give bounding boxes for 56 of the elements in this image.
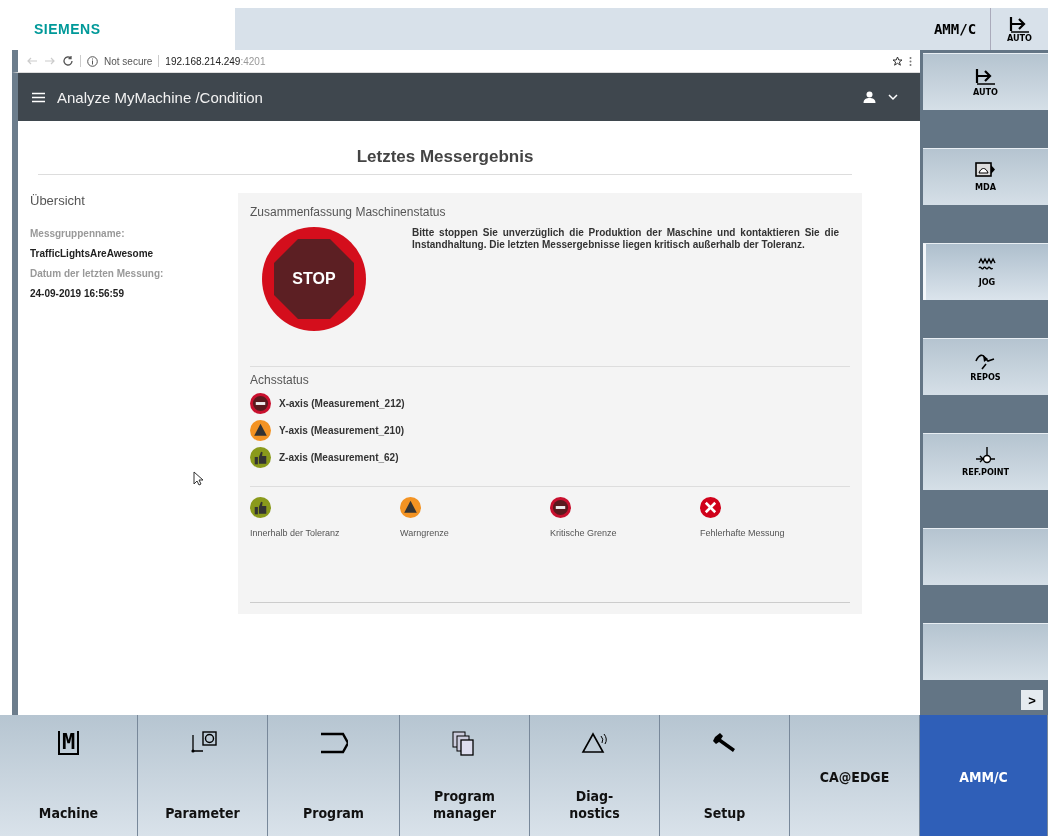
section-heading: Übersicht [30,193,86,208]
softkey[interactable]: Program manager [400,715,530,836]
next-page-button[interactable]: > [1021,690,1043,710]
app-title: Analyze MyMachine /Condition [57,88,263,106]
section-heading: Zusammenfassung Maschinenstatus [250,205,447,219]
softkey[interactable]: Setup [660,715,790,836]
security-label: Not secure [104,55,153,67]
softkey[interactable] [923,623,1048,680]
siemens-logo: SIEMENS [34,21,101,37]
softkey[interactable] [923,528,1048,585]
mode-indicator: AUTO [991,8,1048,50]
softkey[interactable]: AUTO [923,53,1048,110]
softkey[interactable]: M Machine [0,715,138,836]
forward-arrow-icon [44,56,56,66]
machine-icon: M [57,731,80,755]
field-value: TrafficLightsAreAwesome [30,248,155,259]
url-text: 192.168.214.249:4201 [165,55,266,67]
field-value: 24-09-2019 16:56:59 [30,288,125,299]
back-arrow-icon [26,56,38,66]
softkey[interactable]: Diag- nostics [530,715,660,836]
mouse-pointer-icon [193,471,203,486]
axis-label: Y-axis (Measurement_210) [279,425,405,436]
softkey[interactable]: CA@EDGE [790,715,920,836]
section-heading: Achsstatus [250,373,310,387]
info-icon [87,55,98,67]
arrow-into-bar-icon [1009,15,1030,33]
softkey[interactable]: Parameter [138,715,268,836]
curved-arrow-icon [975,352,996,370]
softkey[interactable]: REF.POINT [923,433,1048,490]
stop-sign: STOP [262,227,366,331]
axis-label: X-axis (Measurement_212) [279,398,405,409]
crosshair-target-icon [975,447,996,465]
chevron-down-icon [888,93,898,101]
field-label: Datum der letzten Messung: [30,268,165,279]
softkey[interactable]: JOG [923,243,1048,300]
axis-label: Z-axis (Measurement_62) [279,452,399,463]
legend-label: Innerhalb der Toleranz [250,528,340,538]
menu-icon [32,91,45,103]
legend-label: Fehlerhafte Messung [700,528,785,538]
address-bar[interactable]: Not secure 192.168.214.249:4201 [12,50,920,73]
reload-icon [62,55,74,67]
softkey[interactable]: Program [268,715,400,836]
star-icon [892,55,903,67]
field-label: Messgruppenname: [30,228,126,239]
legend-label: Kritische Grenze [550,528,617,538]
softkey[interactable]: REPOS [923,338,1048,395]
user-icon [863,91,876,103]
more-icon [909,55,912,67]
page-title: Letztes Messergebnis [38,147,852,175]
screen-arrow-icon [975,162,996,180]
status-message: Bitte stoppen Sie unverzüglich die Produktion der Maschine und kontaktieren Sie die Instandhaltung. Die letzten Messergebnisse liegen kritisch außerhalb der Toleranz. [412,227,839,252]
channel-label: AMM/C [920,8,991,50]
softkey[interactable]: MDA [923,148,1048,205]
arrow-into-bar-icon [975,67,996,85]
legend-label: Warngrenze [400,528,449,538]
softkey[interactable]: AMM/C [920,715,1048,836]
